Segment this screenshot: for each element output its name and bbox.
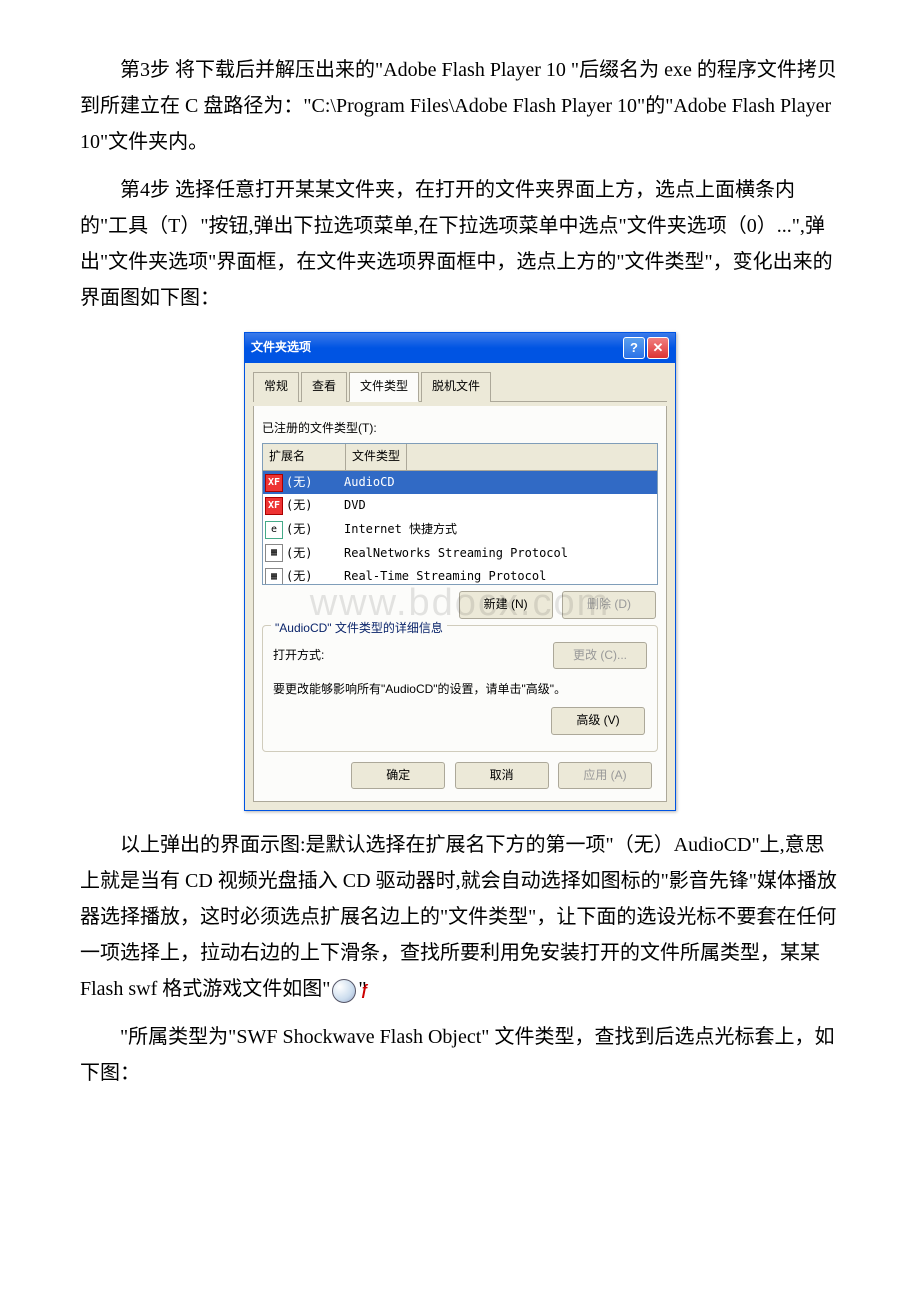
row-ext: (无): [286, 566, 344, 585]
row-type: AudioCD: [344, 472, 395, 494]
row-ext: (无): [286, 495, 344, 517]
paragraph-swf-type: "所属类型为"SWF Shockwave Flash Object" 文件类型，…: [80, 1019, 840, 1091]
file-type-list[interactable]: 扩展名 文件类型 XF(无)AudioCDXF(无)DVDe(无)Interne…: [262, 443, 658, 585]
filetype-icon: ▦: [265, 544, 283, 562]
folder-options-dialog: 文件夹选项 ? ✕ 常规 查看 文件类型 脱机文件 已注册的文件类型(T): 扩…: [244, 332, 676, 811]
row-type: RealNetworks Streaming Protocol: [344, 543, 568, 565]
filetype-icon: XF: [265, 474, 283, 492]
details-group-title: "AudioCD" 文件类型的详细信息: [271, 618, 447, 640]
list-item[interactable]: XF(无)AudioCD: [263, 471, 657, 495]
flash-swf-icon: [332, 979, 356, 1003]
explain-text-b: ": [358, 978, 366, 1000]
filetype-icon: ▦: [265, 568, 283, 585]
filetype-icon: e: [265, 521, 283, 539]
header-type[interactable]: 文件类型: [346, 444, 407, 470]
header-ext[interactable]: 扩展名: [263, 444, 346, 470]
close-button[interactable]: ✕: [647, 337, 669, 359]
tab-filetypes[interactable]: 文件类型: [349, 372, 419, 402]
apply-button[interactable]: 应用 (A): [558, 762, 652, 790]
list-item[interactable]: XF(无)DVD: [263, 494, 657, 518]
help-button[interactable]: ?: [623, 337, 645, 359]
list-item[interactable]: e(无)Internet 快捷方式: [263, 518, 657, 542]
list-item[interactable]: ▦(无)Real-Time Streaming Protocol: [263, 565, 657, 585]
paragraph-explain: 以上弹出的界面示图:是默认选择在扩展名下方的第一项"（无）AudioCD"上,意…: [80, 827, 840, 1007]
tab-view[interactable]: 查看: [301, 372, 347, 402]
filetype-icon: XF: [265, 497, 283, 515]
row-ext: (无): [286, 472, 344, 494]
tab-general[interactable]: 常规: [253, 372, 299, 402]
row-type: Internet 快捷方式: [344, 519, 457, 541]
row-ext: (无): [286, 519, 344, 541]
cancel-button[interactable]: 取消: [455, 762, 549, 790]
list-item[interactable]: ▦(无)RealNetworks Streaming Protocol: [263, 542, 657, 566]
details-hint: 要更改能够影响所有"AudioCD"的设置，请单击"高级"。: [273, 679, 647, 701]
tab-pane: 已注册的文件类型(T): 扩展名 文件类型 XF(无)AudioCDXF(无)D…: [253, 406, 667, 803]
ok-button[interactable]: 确定: [351, 762, 445, 790]
explain-text-a: 以上弹出的界面示图:是默认选择在扩展名下方的第一项"（无）AudioCD"上,意…: [80, 834, 837, 1000]
tab-offline[interactable]: 脱机文件: [421, 372, 491, 402]
dialog-titlebar[interactable]: 文件夹选项 ? ✕: [245, 333, 675, 363]
paragraph-step3: 第3步 将下载后并解压出来的"Adobe Flash Player 10 "后缀…: [80, 52, 840, 160]
tab-strip: 常规 查看 文件类型 脱机文件: [253, 371, 667, 402]
row-type: DVD: [344, 495, 366, 517]
new-button[interactable]: 新建 (N): [459, 591, 553, 619]
change-button[interactable]: 更改 (C)...: [553, 642, 647, 670]
advanced-button[interactable]: 高级 (V): [551, 707, 645, 735]
paragraph-step4: 第4步 选择任意打开某某文件夹，在打开的文件夹界面上方，选点上面横条内的"工具（…: [80, 172, 840, 316]
details-group: "AudioCD" 文件类型的详细信息 打开方式: 更改 (C)... 要更改能…: [262, 625, 658, 752]
dialog-title: 文件夹选项: [251, 337, 311, 359]
delete-button[interactable]: 删除 (D): [562, 591, 656, 619]
list-header[interactable]: 扩展名 文件类型: [263, 444, 657, 471]
open-with-label: 打开方式:: [273, 645, 324, 667]
registered-types-label: 已注册的文件类型(T):: [262, 418, 658, 440]
row-ext: (无): [286, 543, 344, 565]
row-type: Real-Time Streaming Protocol: [344, 566, 546, 585]
